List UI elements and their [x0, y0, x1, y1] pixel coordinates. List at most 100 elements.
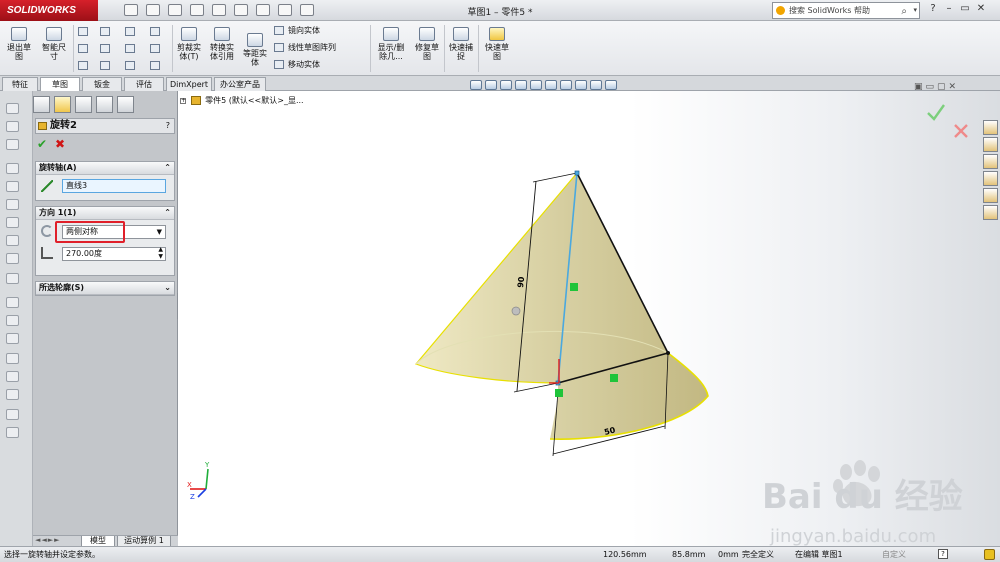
- hide-show-items-icon[interactable]: [560, 80, 572, 90]
- chevron-down-icon[interactable]: ▾: [913, 3, 917, 18]
- rapid-sketch-button[interactable]: 快速草 图: [481, 25, 513, 61]
- tab-office-products[interactable]: 办公室产品: [214, 77, 266, 91]
- relation-coincident-icon[interactable]: [555, 389, 563, 397]
- relation-horizontal-icon[interactable]: [610, 374, 618, 382]
- point-tool[interactable]: [100, 61, 114, 70]
- vertex-right[interactable]: [666, 351, 670, 355]
- property-manager-tab[interactable]: [54, 96, 71, 113]
- shell-icon[interactable]: [6, 253, 19, 264]
- hole-icon[interactable]: [6, 297, 19, 308]
- convert-entities-button[interactable]: 转换实 体引用: [206, 25, 238, 61]
- tab-sketch[interactable]: 草图: [40, 77, 80, 91]
- dim-text-vertical[interactable]: 90: [516, 276, 526, 288]
- circle-tool[interactable]: [100, 27, 114, 36]
- relation-vertical-icon[interactable]: [570, 283, 578, 291]
- dimxpert-manager-tab[interactable]: [96, 96, 113, 113]
- fillet-tool[interactable]: [150, 44, 164, 53]
- chevron-down-icon[interactable]: ▼: [157, 226, 162, 238]
- tab-features[interactable]: 特征: [2, 77, 38, 91]
- tab-evaluate[interactable]: 评估: [124, 77, 164, 91]
- search-icon[interactable]: ⌕: [901, 4, 907, 19]
- axis-selection-field[interactable]: 直线3: [62, 179, 166, 193]
- dome-icon[interactable]: [6, 409, 19, 420]
- quick-snaps-button[interactable]: 快速捕 捉: [446, 25, 476, 61]
- contours-section-header[interactable]: 所选轮廓(S) ⌄: [36, 282, 174, 295]
- view-orientation-icon[interactable]: [530, 80, 542, 90]
- feature-tree-flyout[interactable]: + 零件5 (默认<<默认>_显...: [180, 95, 304, 106]
- move-entities-button[interactable]: 移动实体: [274, 59, 320, 70]
- angle-spin-input[interactable]: 270.00度 ▲ ▼: [62, 246, 166, 261]
- help-button[interactable]: ?: [166, 119, 170, 133]
- reverse-direction-icon[interactable]: [41, 225, 53, 237]
- draft-icon[interactable]: [6, 273, 19, 284]
- previous-view-icon[interactable]: [500, 80, 512, 90]
- expand-icon[interactable]: +: [180, 97, 186, 104]
- polygon-tool[interactable]: [100, 44, 114, 53]
- smart-dimension-button[interactable]: 智能尺 寸: [38, 25, 70, 61]
- configuration-manager-tab[interactable]: [75, 96, 92, 113]
- dimension-tool[interactable]: [150, 27, 164, 36]
- cut-icon[interactable]: [6, 181, 19, 192]
- slot-tool[interactable]: [78, 61, 92, 70]
- view-palette-icon[interactable]: [983, 171, 998, 186]
- ok-button[interactable]: ✔: [37, 137, 47, 151]
- spin-arrows-icon[interactable]: ▲ ▼: [158, 246, 163, 260]
- chamfer-icon[interactable]: [6, 217, 19, 228]
- repair-sketch-button[interactable]: 修复草 图: [412, 25, 442, 61]
- chevron-up-icon[interactable]: ⌃: [164, 162, 171, 174]
- arc-tool[interactable]: [125, 61, 139, 70]
- view-settings-icon[interactable]: [605, 80, 617, 90]
- confirm-cancel-icon[interactable]: [954, 124, 968, 138]
- exit-sketch-button[interactable]: 退出草 图: [4, 25, 34, 61]
- loft-icon[interactable]: [6, 163, 19, 174]
- line-tool[interactable]: [78, 27, 92, 36]
- linear-pattern-button[interactable]: 线性草图阵列: [274, 42, 336, 53]
- minimize-button[interactable]: –: [941, 3, 957, 14]
- direction1-section-header[interactable]: 方向 1(1) ⌃: [36, 207, 174, 220]
- mirror-feature-icon[interactable]: [6, 333, 19, 344]
- offset-entities-button[interactable]: 等距实 体: [240, 31, 270, 67]
- help-icon[interactable]: ?: [938, 549, 948, 559]
- edit-appearance-icon[interactable]: [575, 80, 587, 90]
- cancel-button[interactable]: ✖: [55, 137, 65, 151]
- instant3d-icon[interactable]: [6, 389, 19, 400]
- trim-entities-button[interactable]: 剪裁实 体(T): [174, 25, 204, 61]
- close-button[interactable]: ✕: [973, 3, 989, 14]
- solidworks-resources-icon[interactable]: [983, 120, 998, 135]
- curves-icon[interactable]: [6, 371, 19, 382]
- wrap-icon[interactable]: [6, 427, 19, 438]
- section-view-icon[interactable]: [515, 80, 527, 90]
- tab-scroll-arrows[interactable]: ◄◄►►: [35, 536, 61, 544]
- help-button[interactable]: ?: [925, 3, 941, 14]
- custom-properties-icon[interactable]: [983, 205, 998, 220]
- zoom-to-fit-icon[interactable]: [470, 80, 482, 90]
- appearances-icon[interactable]: [983, 188, 998, 203]
- viewport-window-controls[interactable]: ▣▭▢✕: [914, 82, 959, 92]
- sweep-icon[interactable]: [6, 139, 19, 150]
- rib-icon[interactable]: [6, 235, 19, 246]
- vertex-top[interactable]: [574, 170, 580, 176]
- restore-button[interactable]: ▭: [957, 3, 973, 14]
- mirror-entities-button[interactable]: 镜向实体: [274, 25, 320, 36]
- feature-manager-tab[interactable]: [33, 96, 50, 113]
- revolve-icon[interactable]: [6, 121, 19, 132]
- ellipse-tool[interactable]: [125, 44, 139, 53]
- status-custom[interactable]: 自定义: [882, 547, 906, 562]
- notification-icon[interactable]: [984, 549, 995, 560]
- display-delete-relations-button[interactable]: 显示/删 除几...: [374, 25, 408, 61]
- text-tool[interactable]: [150, 61, 164, 70]
- tab-sheet-metal[interactable]: 钣金: [82, 77, 122, 91]
- confirm-check-icon[interactable]: [927, 104, 945, 121]
- extrude-icon[interactable]: [6, 103, 19, 114]
- pattern-icon[interactable]: [6, 315, 19, 326]
- zoom-to-area-icon[interactable]: [485, 80, 497, 90]
- design-library-icon[interactable]: [983, 137, 998, 152]
- tab-dimxpert[interactable]: DimXpert: [166, 77, 212, 91]
- fillet-feature-icon[interactable]: [6, 199, 19, 210]
- reference-geometry-icon[interactable]: [6, 353, 19, 364]
- help-search-input[interactable]: 搜索 SolidWorks 帮助 ⌕ ▾: [772, 2, 920, 19]
- file-explorer-icon[interactable]: [983, 154, 998, 169]
- chevron-up-icon[interactable]: ⌃: [164, 207, 171, 219]
- display-manager-tab[interactable]: [117, 96, 134, 113]
- apply-scene-icon[interactable]: [590, 80, 602, 90]
